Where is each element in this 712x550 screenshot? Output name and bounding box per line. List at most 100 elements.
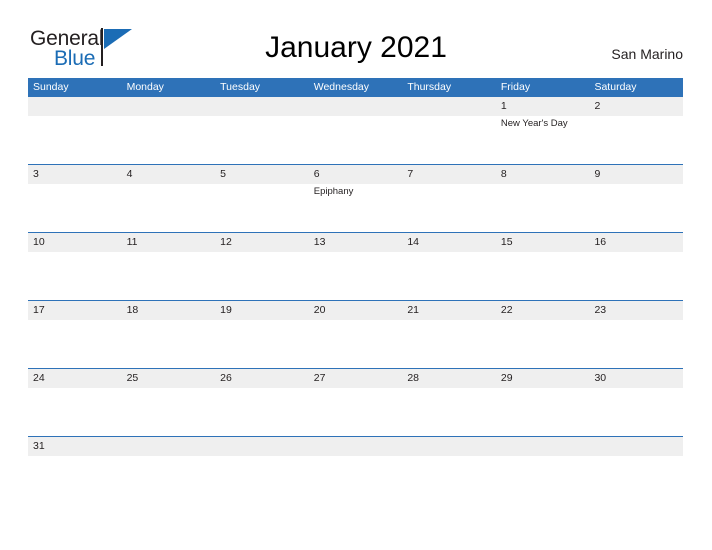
day-cell[interactable]: [122, 320, 216, 368]
week-event-band: [28, 388, 683, 436]
weekday-header-monday: Monday: [126, 81, 164, 93]
day-number[interactable]: 1: [496, 97, 590, 116]
day-cell[interactable]: [122, 252, 216, 300]
week-row: 24 25 26 27 28 29 30: [28, 368, 683, 436]
day-cell[interactable]: [122, 184, 216, 232]
day-number[interactable]: 30: [589, 369, 683, 388]
week-row: 31: [28, 436, 683, 456]
day-number[interactable]: 10: [28, 233, 122, 252]
weekday-header-row: Sunday Monday Tuesday Wednesday Thursday…: [28, 78, 683, 96]
day-cell[interactable]: [122, 388, 216, 436]
week-day-number-band: 17 18 19 20 21 22 23: [28, 301, 683, 320]
day-number[interactable]: 16: [589, 233, 683, 252]
day-event-label: New Year's Day: [500, 118, 568, 129]
day-number[interactable]: 17: [28, 301, 122, 320]
day-cell[interactable]: [309, 388, 403, 436]
day-cell[interactable]: [309, 252, 403, 300]
day-cell[interactable]: [215, 252, 309, 300]
day-cell[interactable]: [496, 320, 590, 368]
day-number[interactable]: 29: [496, 369, 590, 388]
day-number[interactable]: [496, 437, 590, 456]
day-cell[interactable]: [122, 116, 216, 164]
day-cell[interactable]: Epiphany: [309, 184, 403, 232]
day-cell[interactable]: [496, 184, 590, 232]
day-number[interactable]: [28, 97, 122, 116]
day-cell[interactable]: [402, 320, 496, 368]
day-cell[interactable]: [215, 320, 309, 368]
week-row: 17 18 19 20 21 22 23: [28, 300, 683, 368]
day-cell[interactable]: [496, 252, 590, 300]
day-number[interactable]: [122, 437, 216, 456]
day-number[interactable]: 26: [215, 369, 309, 388]
day-cell[interactable]: [215, 184, 309, 232]
day-number[interactable]: 13: [309, 233, 403, 252]
weekday-header-thursday: Thursday: [407, 81, 452, 93]
day-number[interactable]: 20: [309, 301, 403, 320]
day-cell[interactable]: [589, 320, 683, 368]
day-cell[interactable]: New Year's Day: [496, 116, 590, 164]
day-number[interactable]: 22: [496, 301, 590, 320]
day-number[interactable]: 5: [215, 165, 309, 184]
day-cell[interactable]: [402, 116, 496, 164]
day-number[interactable]: 3: [28, 165, 122, 184]
week-day-number-band: 31: [28, 437, 683, 456]
day-cell[interactable]: [496, 388, 590, 436]
day-number[interactable]: 23: [589, 301, 683, 320]
day-number[interactable]: 11: [122, 233, 216, 252]
day-cell[interactable]: [589, 116, 683, 164]
day-number[interactable]: 31: [28, 437, 122, 456]
day-cell[interactable]: [215, 388, 309, 436]
day-number[interactable]: 25: [122, 369, 216, 388]
day-number[interactable]: [402, 437, 496, 456]
day-number[interactable]: 8: [496, 165, 590, 184]
day-cell[interactable]: [402, 184, 496, 232]
day-cell[interactable]: [589, 252, 683, 300]
day-number[interactable]: [589, 437, 683, 456]
day-number[interactable]: 24: [28, 369, 122, 388]
day-number[interactable]: [215, 437, 309, 456]
logo-flagpole-icon: [101, 28, 103, 66]
day-number[interactable]: [309, 97, 403, 116]
day-cell[interactable]: [28, 320, 122, 368]
calendar-grid: Sunday Monday Tuesday Wednesday Thursday…: [28, 78, 683, 456]
week-day-number-band: 10 11 12 13 14 15 16: [28, 233, 683, 252]
day-number[interactable]: 4: [122, 165, 216, 184]
day-number[interactable]: 6: [309, 165, 403, 184]
week-row: 3 4 5 6 7 8 9 Epiphany: [28, 164, 683, 232]
day-number[interactable]: [402, 97, 496, 116]
day-cell[interactable]: [589, 184, 683, 232]
day-number[interactable]: [215, 97, 309, 116]
day-number[interactable]: 2: [589, 97, 683, 116]
day-number[interactable]: 27: [309, 369, 403, 388]
day-number[interactable]: 9: [589, 165, 683, 184]
day-cell[interactable]: [589, 388, 683, 436]
day-cell[interactable]: [402, 388, 496, 436]
week-row: 1 2 New Year's Day: [28, 96, 683, 164]
day-number[interactable]: 15: [496, 233, 590, 252]
week-event-band: [28, 320, 683, 368]
day-cell[interactable]: [28, 252, 122, 300]
day-number[interactable]: [309, 437, 403, 456]
day-number[interactable]: 28: [402, 369, 496, 388]
day-cell[interactable]: [28, 116, 122, 164]
day-cell[interactable]: [309, 116, 403, 164]
day-number[interactable]: 21: [402, 301, 496, 320]
weekday-header-saturday: Saturday: [594, 81, 637, 93]
day-number[interactable]: 12: [215, 233, 309, 252]
day-cell[interactable]: [215, 116, 309, 164]
week-day-number-band: 1 2: [28, 97, 683, 116]
location-label: San Marino: [611, 46, 683, 62]
day-number[interactable]: 14: [402, 233, 496, 252]
day-number[interactable]: 18: [122, 301, 216, 320]
day-cell[interactable]: [402, 252, 496, 300]
weekday-header-sunday: Sunday: [33, 81, 69, 93]
day-cell[interactable]: [28, 184, 122, 232]
masthead: General Blue January 2021 San Marino: [0, 0, 712, 78]
week-day-number-band: 24 25 26 27 28 29 30: [28, 369, 683, 388]
day-number[interactable]: 19: [215, 301, 309, 320]
general-blue-logo[interactable]: General Blue: [30, 27, 190, 73]
day-cell[interactable]: [28, 388, 122, 436]
day-number[interactable]: 7: [402, 165, 496, 184]
day-cell[interactable]: [309, 320, 403, 368]
day-number[interactable]: [122, 97, 216, 116]
